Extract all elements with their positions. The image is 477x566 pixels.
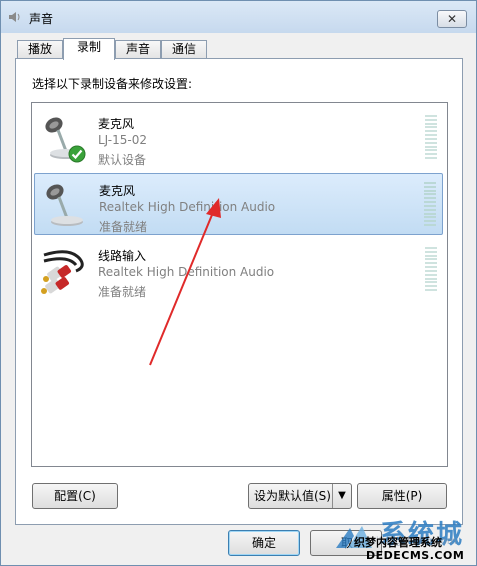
set-default-button[interactable]: 设为默认值(S) ▼ xyxy=(248,483,352,509)
level-meter xyxy=(425,115,437,159)
green-check-icon xyxy=(68,145,86,163)
site-watermark: 系统城 xitongcheng.com 织梦内容管理系统 DEDECMS.COM xyxy=(330,520,477,566)
watermark-domain: DEDECMS.COM xyxy=(366,549,465,562)
rca-cable-icon xyxy=(41,250,84,294)
close-icon: ✕ xyxy=(446,12,458,26)
ok-button[interactable]: 确定 xyxy=(228,530,300,556)
tab-sounds[interactable]: 声音 xyxy=(115,40,161,58)
sound-dialog: 声音 ✕ 播放 录制 声音 通信 选择以下录制设备来修改设置: 麦克风 LJ-1… xyxy=(0,0,477,566)
level-meter xyxy=(424,182,436,226)
speaker-icon xyxy=(9,12,20,22)
microphone-icon xyxy=(46,184,83,226)
tab-communications[interactable]: 通信 xyxy=(161,40,207,58)
level-meter xyxy=(425,247,437,291)
title-bar[interactable]: 声音 ✕ xyxy=(1,1,476,33)
tab-playback[interactable]: 播放 xyxy=(17,40,63,58)
set-default-label: 设为默认值(S) xyxy=(254,489,331,503)
device-status: 准备就绪 xyxy=(99,220,148,234)
device-name: 线路输入 xyxy=(98,249,147,263)
device-name: 麦克风 xyxy=(99,184,136,198)
device-description: LJ-15-02 xyxy=(98,133,147,147)
close-button[interactable]: ✕ xyxy=(437,10,467,28)
watermark-cms-text: 织梦内容管理系统 xyxy=(354,536,442,549)
device-status: 准备就绪 xyxy=(98,285,147,299)
device-item-line-in[interactable]: 线路输入 Realtek High Definition Audio 准备就绪 xyxy=(34,239,443,301)
device-description: Realtek High Definition Audio xyxy=(98,265,275,279)
device-item-microphone-lj[interactable]: 麦克风 LJ-15-02 默认设备 xyxy=(34,107,443,169)
device-name: 麦克风 xyxy=(98,117,135,131)
device-item-microphone-realtek[interactable]: 麦克风 Realtek High Definition Audio 准备就绪 xyxy=(34,173,443,235)
device-status: 默认设备 xyxy=(98,153,147,167)
device-description: Realtek High Definition Audio xyxy=(99,200,276,214)
device-list[interactable]: 麦克风 LJ-15-02 默认设备 麦克风 Realtek High Defin… xyxy=(31,102,448,467)
tab-recording[interactable]: 录制 xyxy=(63,38,115,60)
window-title: 声音 xyxy=(29,12,54,26)
chevron-down-icon[interactable]: ▼ xyxy=(332,484,351,508)
properties-button[interactable]: 属性(P) xyxy=(357,483,447,509)
instruction-text: 选择以下录制设备来修改设置: xyxy=(32,77,193,91)
configure-button[interactable]: 配置(C) xyxy=(32,483,118,509)
